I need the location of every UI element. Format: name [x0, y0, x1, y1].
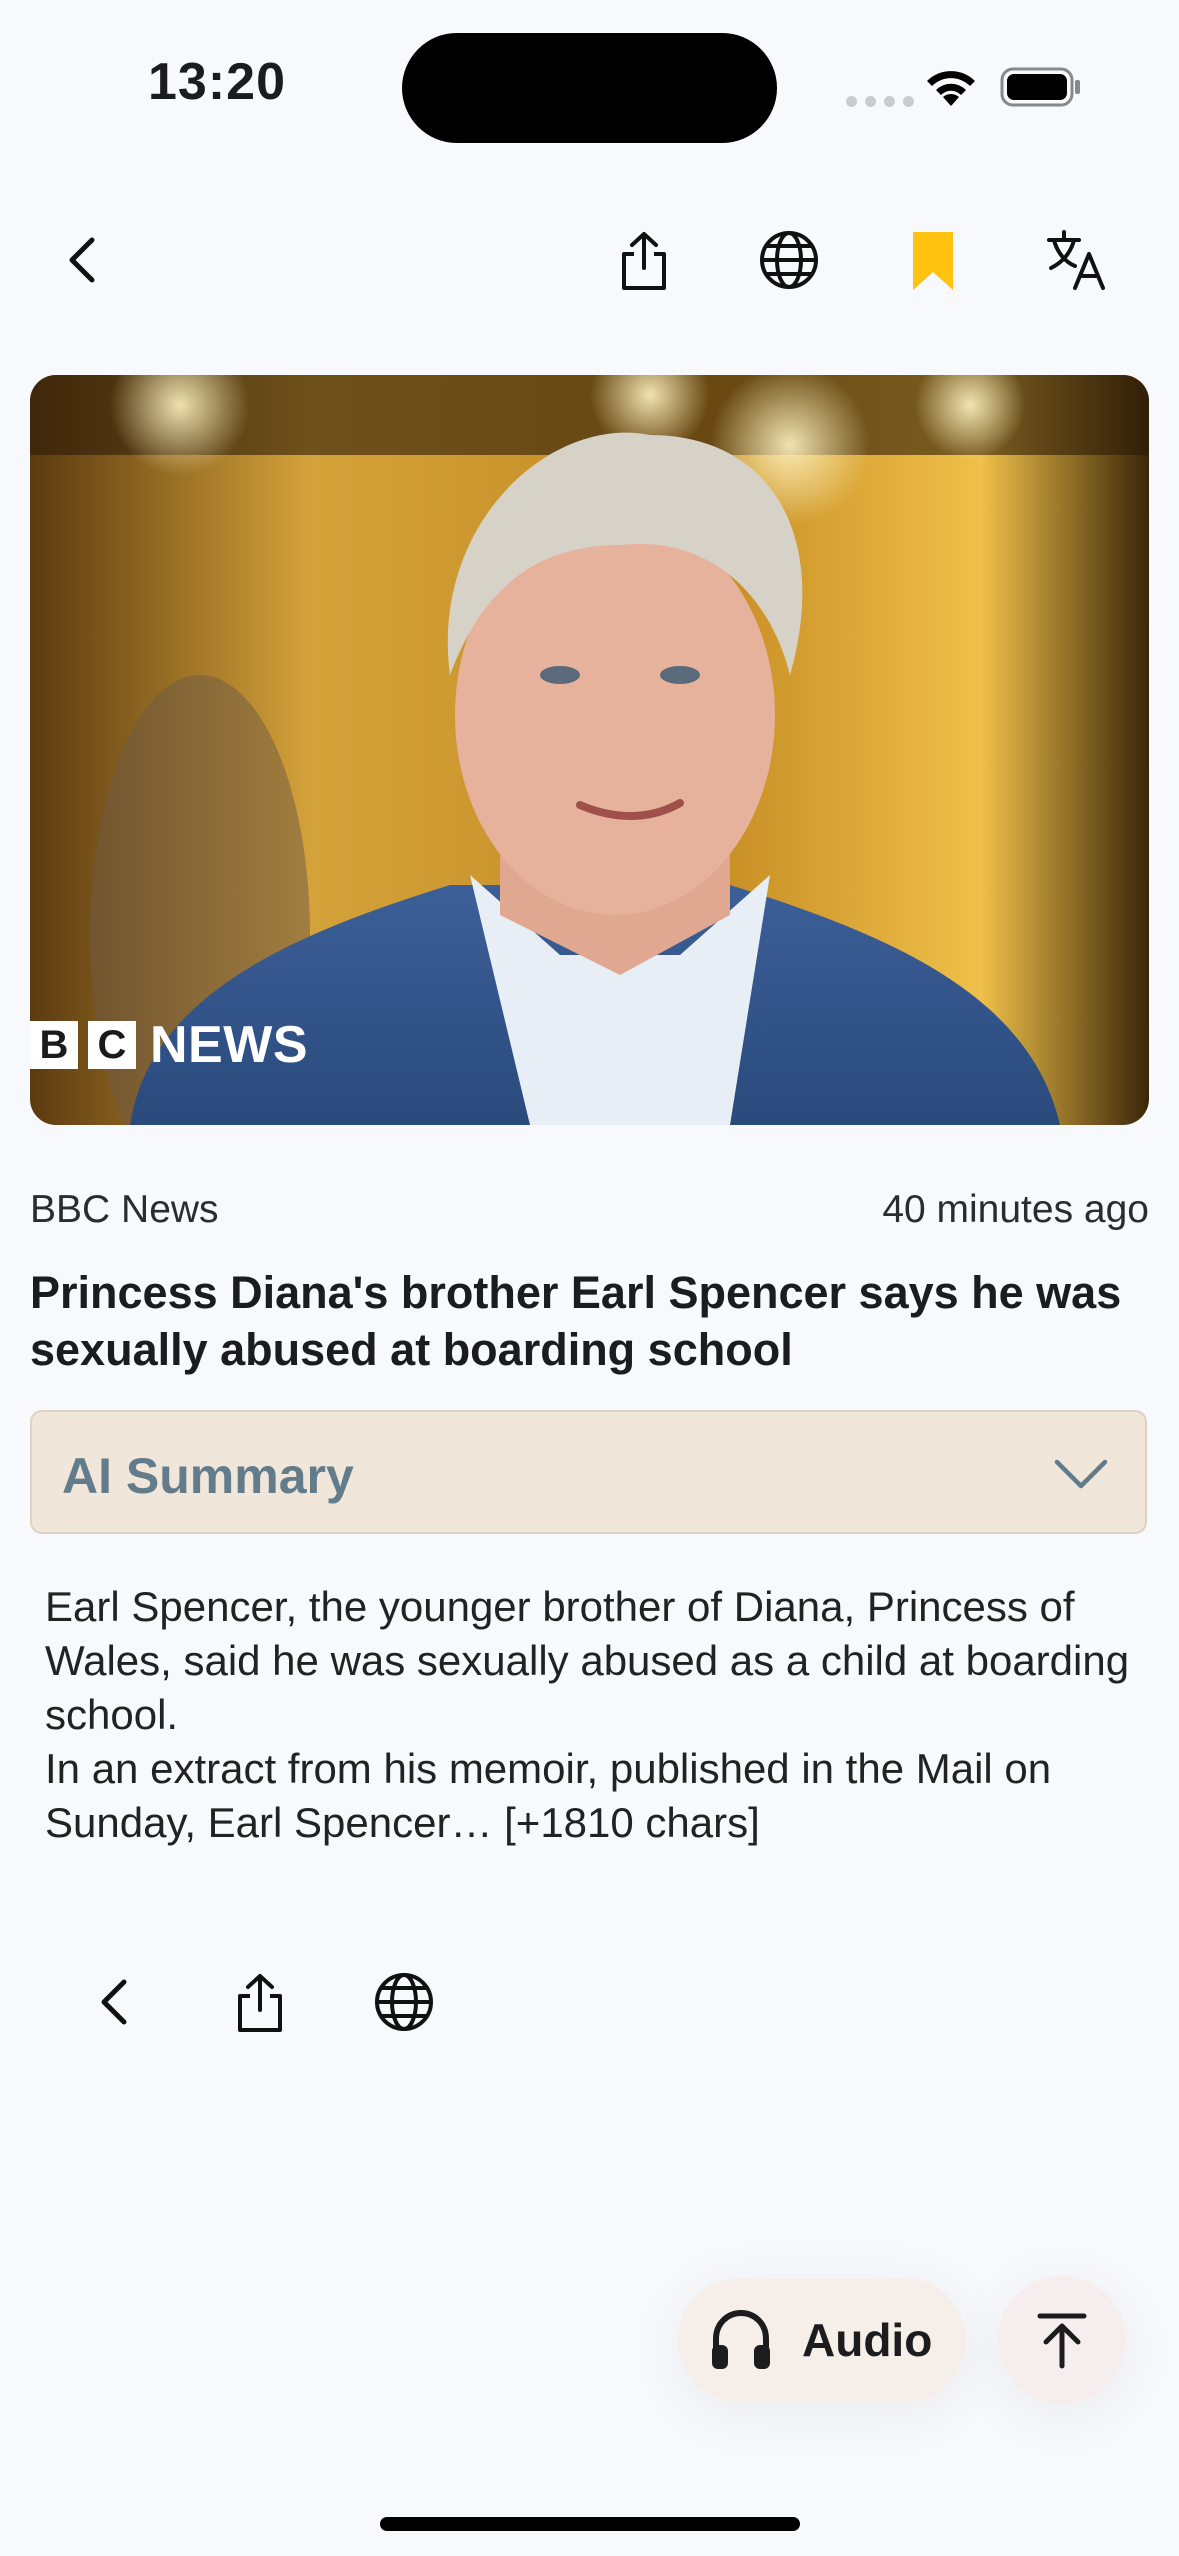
share-button[interactable] — [604, 220, 684, 300]
article-hero-image: B C NEWS — [30, 375, 1149, 1125]
back-button[interactable] — [44, 220, 124, 300]
share-icon — [622, 232, 666, 290]
audio-button[interactable]: Audio — [678, 2278, 966, 2402]
bottom-share-button[interactable] — [220, 1962, 300, 2042]
dynamic-island — [402, 33, 777, 143]
article-summary-text: Earl Spencer, the younger brother of Dia… — [45, 1583, 1130, 1846]
chevron-down-icon — [1054, 1459, 1108, 1489]
bookmark-button[interactable] — [893, 220, 973, 300]
home-indicator[interactable] — [380, 2517, 800, 2531]
ai-summary-label: AI Summary — [62, 1448, 354, 1504]
globe-icon — [760, 231, 818, 289]
translate-icon — [1047, 230, 1105, 290]
open-in-browser-button[interactable] — [749, 220, 829, 300]
translate-button[interactable] — [1037, 220, 1117, 300]
bbc-logo-letter: B — [30, 1021, 78, 1069]
status-time: 13:20 — [148, 53, 286, 111]
cellular-signal-icon — [846, 96, 914, 107]
arrow-up-to-line-icon — [1037, 2313, 1087, 2369]
battery-icon — [1000, 67, 1080, 107]
ai-summary-toggle[interactable]: AI Summary — [30, 1410, 1147, 1534]
share-icon — [238, 1974, 282, 2032]
bbc-news-logo: B C NEWS — [30, 1015, 308, 1075]
bottom-back-button[interactable] — [76, 1962, 156, 2042]
article-source: BBC News — [30, 1188, 219, 1231]
article-time-ago: 40 minutes ago — [882, 1188, 1149, 1231]
wifi-icon — [927, 71, 975, 106]
headphones-icon — [712, 2309, 770, 2369]
bottom-open-in-browser-button[interactable] — [364, 1962, 444, 2042]
globe-icon — [375, 1973, 433, 2031]
bookmark-icon — [913, 232, 953, 290]
scroll-to-top-button[interactable] — [998, 2276, 1126, 2404]
back-icon — [69, 237, 95, 283]
hero-photo — [30, 375, 1149, 1125]
back-icon — [101, 1979, 127, 2025]
bbc-logo-letter: C — [88, 1021, 136, 1069]
audio-label: Audio — [802, 2314, 933, 2366]
article-headline: Princess Diana's brother Earl Spencer sa… — [30, 1267, 1122, 1375]
bbc-logo-word: NEWS — [150, 1016, 308, 1074]
